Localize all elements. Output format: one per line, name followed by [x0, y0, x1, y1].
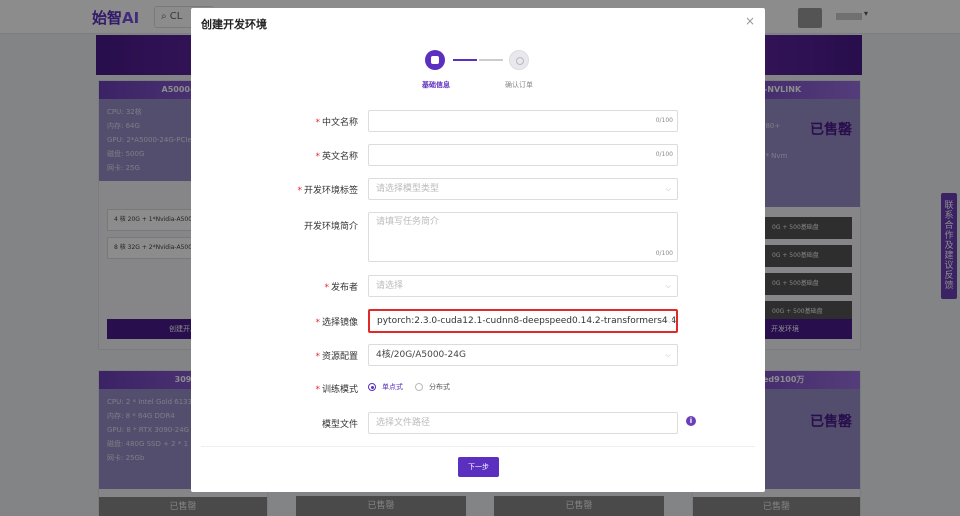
resource-select[interactable]: 4核/20G/A5000-24G ⌵ — [368, 344, 678, 366]
label-text: 模型文件 — [321, 420, 358, 430]
step-label-confirm-order: 确认订单 — [505, 81, 533, 89]
modal-footer-divider — [201, 446, 755, 447]
label-text: 开发环境简介 — [303, 222, 358, 232]
select-placeholder: 请选择模型类型 — [376, 184, 440, 194]
step-connector — [453, 59, 477, 61]
step-confirm-order-icon — [509, 50, 529, 70]
field-label: * 英文名称 — [315, 149, 358, 162]
required-mark: * — [315, 318, 320, 328]
field-label: * 资源配置 — [315, 349, 358, 362]
cn-name-input[interactable]: 0/100 — [368, 110, 678, 132]
select-value: 4核/20G/A5000-24G — [376, 350, 466, 360]
field-label: 模型文件 — [322, 417, 358, 430]
create-env-modal: 创建开发环境 × 基础信息 确认订单 * 中文名称 0/100 * 英文名称 0/1… — [191, 8, 765, 492]
radio-label: 单点式 — [382, 383, 403, 391]
chevron-down-icon: ⌵ — [665, 282, 671, 290]
radio-label: 分布式 — [429, 383, 450, 391]
char-counter: 0/100 — [655, 250, 673, 257]
chevron-down-icon: ⌵ — [665, 351, 671, 359]
required-mark: * — [324, 283, 329, 293]
radio-distributed[interactable]: 分布式 — [415, 382, 450, 392]
close-icon[interactable]: × — [745, 14, 755, 28]
modal-title: 创建开发环境 — [201, 18, 267, 31]
env-desc-textarea[interactable]: 请填写任务简介 0/100 — [368, 212, 678, 262]
step-label-basic-info: 基础信息 — [422, 81, 450, 89]
label-text: 选择镜像 — [321, 318, 358, 328]
image-select[interactable]: pytorch:2.3.0-cuda12.1-cudnn8-deepspeed0… — [368, 309, 678, 333]
label-text: 发布者 — [330, 283, 358, 293]
env-tag-select[interactable]: 请选择模型类型 ⌵ — [368, 178, 678, 200]
select-placeholder: 请选择 — [376, 281, 404, 291]
textarea-placeholder: 请填写任务简介 — [376, 217, 440, 227]
stepper: 基础信息 确认订单 — [421, 50, 571, 100]
field-label: * 开发环境标签 — [297, 183, 358, 196]
required-mark: * — [315, 352, 320, 362]
field-label: * 训练模式 — [315, 382, 358, 395]
required-mark: * — [315, 118, 320, 128]
char-counter: 0/100 — [655, 151, 673, 158]
info-icon[interactable]: i — [686, 416, 696, 426]
radio-unchecked-icon — [415, 383, 423, 391]
step-connector — [479, 59, 503, 61]
input-placeholder: 选择文件路径 — [376, 418, 431, 428]
en-name-input[interactable]: 0/100 — [368, 144, 678, 166]
field-label: * 中文名称 — [315, 115, 358, 128]
label-text: 训练模式 — [321, 385, 358, 395]
field-label: * 发布者 — [324, 280, 358, 293]
select-value: pytorch:2.3.0-cuda12.1-cudnn8-deepspeed0… — [377, 316, 678, 326]
field-label: * 选择镜像 — [315, 315, 358, 328]
label-text: 英文名称 — [321, 152, 358, 162]
radio-single[interactable]: 单点式 — [368, 382, 403, 392]
char-counter: 0/100 — [655, 117, 673, 124]
field-label: 开发环境简介 — [304, 219, 358, 232]
model-file-input[interactable]: 选择文件路径 — [368, 412, 678, 434]
publisher-select[interactable]: 请选择 ⌵ — [368, 275, 678, 297]
chevron-down-icon: ⌵ — [665, 185, 671, 193]
required-mark: * — [297, 186, 302, 196]
step-basic-info-icon — [425, 50, 445, 70]
next-step-button[interactable]: 下一步 — [458, 457, 499, 477]
label-text: 开发环境标签 — [303, 186, 358, 196]
label-text: 资源配置 — [321, 352, 358, 362]
required-mark: * — [315, 385, 320, 395]
chevron-down-icon: ⌵ — [666, 311, 672, 331]
label-text: 中文名称 — [321, 118, 358, 128]
radio-checked-icon — [368, 383, 376, 391]
required-mark: * — [315, 152, 320, 162]
